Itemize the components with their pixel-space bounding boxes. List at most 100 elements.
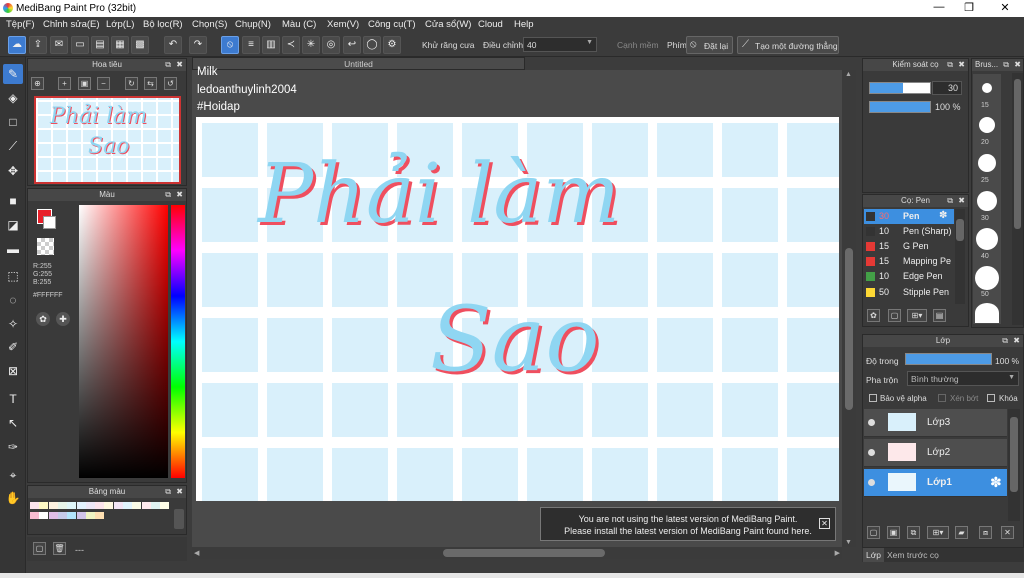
close-icon[interactable]: ✕ xyxy=(819,518,830,529)
popout-icon[interactable]: ⧉ xyxy=(165,189,171,201)
zoom-fit-icon[interactable]: ⊕ xyxy=(31,77,44,90)
pen-item[interactable]: 50 Stipple Pen xyxy=(864,285,954,300)
duplicate-layer-icon[interactable]: ⧉ xyxy=(907,526,920,539)
visibility-eye-icon[interactable] xyxy=(868,449,875,456)
fill-rect-tool-icon[interactable]: ■ xyxy=(3,191,23,211)
text-tool-icon[interactable]: T xyxy=(3,389,23,409)
layer-opacity-slider[interactable] xyxy=(905,353,992,365)
brush-props-icon[interactable]: ▤ xyxy=(933,309,946,322)
close-icon[interactable]: ✖ xyxy=(1013,335,1020,347)
menu-edit[interactable]: Chỉnh sửa(E) xyxy=(43,19,100,30)
close-icon[interactable]: ✖ xyxy=(176,486,183,498)
curve-snap-icon[interactable]: ↩ xyxy=(343,36,361,54)
popout-icon[interactable]: ⧉ xyxy=(165,486,171,498)
close-icon[interactable]: ✖ xyxy=(176,59,183,71)
menu-cloud[interactable]: Cloud xyxy=(478,19,503,30)
menu-tools[interactable]: Công cụ(T) xyxy=(368,19,416,30)
clipping-checkbox[interactable] xyxy=(938,394,946,402)
cloud-icon[interactable]: ☁ xyxy=(8,36,26,54)
menu-view[interactable]: Xem(V) xyxy=(327,19,359,30)
add-brush-icon[interactable]: ⊞▾ xyxy=(907,309,927,322)
layer-scroll-thumb[interactable] xyxy=(1010,417,1018,492)
scroll-right-icon[interactable]: ▶ xyxy=(835,549,840,557)
layer-row[interactable]: Lớp1 ✽ xyxy=(864,469,1007,497)
rotate-icon[interactable]: ↻ xyxy=(125,77,138,90)
visibility-eye-icon[interactable] xyxy=(868,419,875,426)
palette-scrollbar[interactable] xyxy=(174,509,184,529)
maximize-button[interactable]: ❐ xyxy=(954,1,984,16)
speech-bubble-icon[interactable]: ▭ xyxy=(71,36,89,54)
new-halftone-layer-icon[interactable]: ▣ xyxy=(887,526,900,539)
panel-layout-icon[interactable]: ▦ xyxy=(111,36,129,54)
scroll-down-icon[interactable]: ▼ xyxy=(845,539,852,546)
add-layer-menu-icon[interactable]: ⊞▾ xyxy=(927,526,949,539)
pen-scrollbar[interactable] xyxy=(955,209,965,304)
palette-swatch[interactable] xyxy=(30,502,39,509)
reset-view-icon[interactable]: ↺ xyxy=(164,77,177,90)
vertical-scrollbar[interactable]: ▲ ▼ xyxy=(842,70,856,547)
share-icon[interactable]: ⇪ xyxy=(29,36,47,54)
menu-color[interactable]: Màu (C) xyxy=(282,19,316,30)
radial-snap-icon[interactable]: ✳ xyxy=(302,36,320,54)
palette-swatch[interactable] xyxy=(76,512,86,519)
navigator-preview[interactable]: Phải làm Sao xyxy=(34,96,181,184)
menu-filter[interactable]: Bộ lọc(R) xyxy=(143,19,183,30)
brush-size-scrollbar[interactable] xyxy=(1012,73,1023,325)
zoom-in-icon[interactable]: + xyxy=(58,77,71,90)
undo-icon[interactable]: ↶ xyxy=(164,36,182,54)
protect-alpha-checkbox[interactable] xyxy=(869,394,877,402)
scroll-left-icon[interactable]: ◀ xyxy=(194,549,199,557)
popout-icon[interactable]: ⧉ xyxy=(1003,59,1009,71)
brush-tool-icon[interactable]: ✎ xyxy=(3,64,23,84)
horizontal-scrollbar[interactable]: ◀ ▶ xyxy=(192,547,842,559)
brush-dot[interactable] xyxy=(976,228,998,250)
redo-icon[interactable]: ↷ xyxy=(189,36,207,54)
create-line-button[interactable]: ⟋ Tạo một đường thẳng xyxy=(737,36,839,54)
popout-icon[interactable]: ⧉ xyxy=(947,195,953,207)
fit-window-icon[interactable]: ▣ xyxy=(78,77,91,90)
brush-size-value[interactable]: 30 xyxy=(932,81,962,95)
pen-scroll-thumb[interactable] xyxy=(956,219,964,241)
layer-scrollbar[interactable] xyxy=(1008,409,1020,521)
pen-item[interactable]: 15 G Pen xyxy=(864,239,954,254)
select-pen-icon[interactable]: ✐ xyxy=(3,337,23,357)
palette-swatch[interactable] xyxy=(95,512,105,519)
brush-size-slider[interactable] xyxy=(869,82,931,94)
brush-dot[interactable] xyxy=(979,117,995,133)
comment-icon[interactable]: ✉ xyxy=(50,36,68,54)
palette-swatch[interactable] xyxy=(85,502,95,509)
tab-brush-preview[interactable]: Xem trước cọ xyxy=(884,548,942,562)
flip-icon[interactable]: ⇆ xyxy=(144,77,157,90)
palette-swatch[interactable] xyxy=(150,502,160,509)
canvas-paper[interactable]: Phải làm Sao xyxy=(196,117,839,501)
palette-add-icon[interactable]: ✚ xyxy=(56,312,70,326)
select-rect-icon[interactable]: ⬚ xyxy=(3,266,23,286)
delete-layer-icon[interactable]: ✕ xyxy=(1001,526,1014,539)
gradient-tool-icon[interactable]: ▬ xyxy=(3,239,23,259)
brush-dot[interactable] xyxy=(982,83,992,93)
folder-icon[interactable]: ▰ xyxy=(955,526,968,539)
secondary-color-swatch[interactable] xyxy=(43,216,56,229)
tab-layer[interactable]: Lớp xyxy=(863,548,885,562)
visibility-eye-icon[interactable] xyxy=(868,479,875,486)
close-icon[interactable]: ✖ xyxy=(1014,59,1021,71)
palette-swatch[interactable] xyxy=(132,502,142,509)
palette-swatch[interactable] xyxy=(48,502,58,509)
menu-window[interactable]: Cửa sổ(W) xyxy=(425,19,471,30)
magic-wand-icon[interactable]: ✧ xyxy=(3,314,23,334)
menu-select[interactable]: Chọn(S) xyxy=(192,19,227,30)
bucket-tool-icon[interactable]: ◪ xyxy=(3,215,23,235)
palette-swatch[interactable] xyxy=(123,502,132,509)
palette-swatch[interactable] xyxy=(57,512,67,519)
eraser-tool-icon[interactable]: ◈ xyxy=(3,88,23,108)
palette-icon[interactable]: ✿ xyxy=(36,312,50,326)
pen-item[interactable]: 30 Pen ✽ xyxy=(864,209,954,224)
menu-help[interactable]: Help xyxy=(514,19,534,30)
palette-swatch[interactable] xyxy=(57,502,67,509)
brush-dot[interactable] xyxy=(978,154,996,172)
popout-icon[interactable]: ⧉ xyxy=(947,59,953,71)
brush-size-scroll-thumb[interactable] xyxy=(1014,79,1021,229)
menu-file[interactable]: Tệp(F) xyxy=(6,19,35,30)
palette-swatch[interactable] xyxy=(160,502,170,509)
brush-dot[interactable] xyxy=(975,303,999,323)
